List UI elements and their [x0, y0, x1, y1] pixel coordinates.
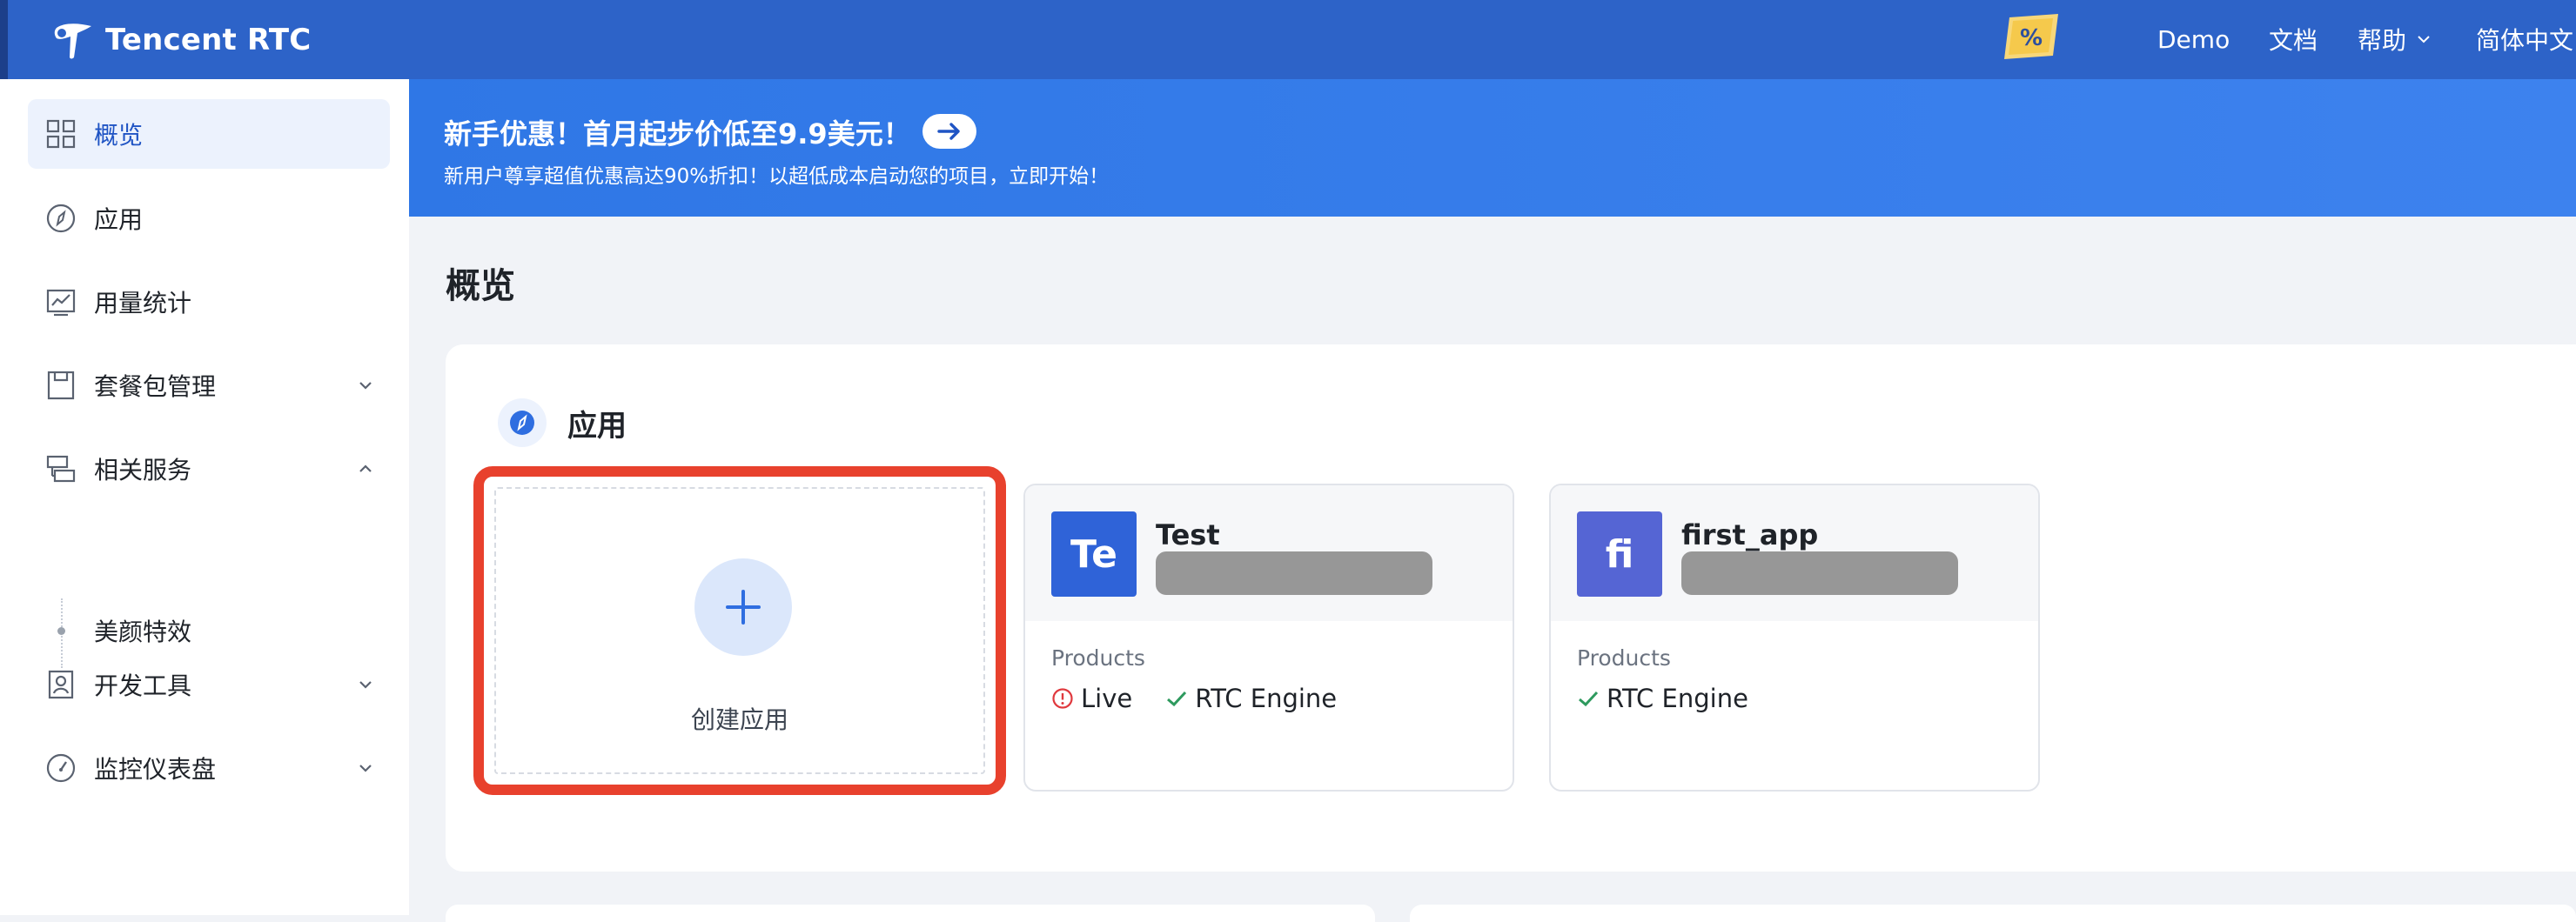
- sidebar: 概览 应用 用量统计 套餐包管理 相关服务 美颜特效 开发工具 监控仪表盘: [0, 79, 409, 915]
- nav-help-label: 帮助: [2358, 26, 2407, 55]
- nav-help[interactable]: 帮助: [2358, 19, 2431, 59]
- svg-text:%: %: [2020, 25, 2043, 51]
- sidebar-item-label: 套餐包管理: [94, 372, 217, 401]
- next-panel-edge: [1410, 905, 2576, 922]
- services-icon: [46, 455, 76, 483]
- create-app-card[interactable]: 创建应用: [473, 466, 1006, 795]
- submenu-dot: [57, 627, 65, 635]
- product-name: Live: [1081, 684, 1133, 713]
- gauge-icon: [46, 753, 76, 783]
- check-icon: [1167, 691, 1187, 707]
- sidebar-item-monitoring[interactable]: 监控仪表盘: [28, 733, 390, 803]
- nav-language[interactable]: 简体中文: [2476, 19, 2573, 59]
- tencent-rtc-logo-icon: [54, 23, 91, 59]
- products-list: Live RTC Engine: [1051, 684, 1370, 713]
- compass-icon: [510, 411, 534, 435]
- sidebar-item-applications[interactable]: 应用: [28, 184, 390, 253]
- products-label: Products: [1577, 645, 1671, 671]
- nav-docs[interactable]: 文档: [2269, 19, 2318, 59]
- product-name: RTC Engine: [1195, 684, 1338, 713]
- top-navigation-bar: Tencent RTC % Demo 文档 帮助 简体中文: [0, 0, 2576, 79]
- redacted-app-id: [1681, 551, 1958, 595]
- product-name: RTC Engine: [1607, 684, 1748, 713]
- panel-icon-wrap: [498, 398, 547, 447]
- chevron-down-icon: [2418, 36, 2430, 43]
- panel-header: 应用: [498, 398, 627, 447]
- grid-icon: [46, 119, 76, 149]
- warning-circle-icon: [1052, 688, 1073, 709]
- sidebar-item-label: 应用: [94, 205, 144, 234]
- brand[interactable]: Tencent RTC: [51, 16, 311, 64]
- compass-icon: [46, 204, 76, 233]
- create-app-dropzone[interactable]: 创建应用: [494, 487, 985, 774]
- badge-icon: [48, 670, 74, 699]
- products-label: Products: [1051, 645, 1145, 671]
- app-card-first-app[interactable]: fi first_app Products RTC Engine: [1549, 484, 2040, 792]
- redacted-app-id: [1156, 551, 1432, 595]
- brand-name: Tencent RTC: [105, 23, 312, 57]
- plus-icon: [726, 590, 761, 625]
- banner-subtitle: 新用户尊享超值优惠高达90%折扣！以超低成本启动您的项目，立即开始！: [444, 165, 1110, 188]
- nav-language-label: 简体中文: [2476, 26, 2574, 55]
- sidebar-item-label: 开发工具: [94, 671, 192, 700]
- chevron-down-icon: [359, 681, 372, 689]
- banner-arrow-button[interactable]: [922, 114, 976, 149]
- next-panel-edge: [446, 905, 1375, 922]
- page-title: 概览: [446, 266, 515, 306]
- discount-coupon-icon[interactable]: %: [2001, 12, 2065, 61]
- product-rtc-engine: RTC Engine: [1577, 684, 1748, 713]
- app-name[interactable]: first_app: [1681, 518, 1818, 551]
- sidebar-item-dev-tools[interactable]: 开发工具: [28, 650, 390, 719]
- product-rtc-engine: RTC Engine: [1165, 684, 1337, 713]
- sidebar-item-related-services[interactable]: 相关服务: [28, 434, 390, 504]
- app-name[interactable]: Test: [1156, 518, 1220, 551]
- banner-title: 新手优惠！首月起步价低至9.9美元！: [444, 117, 911, 150]
- sidebar-item-overview[interactable]: 概览: [28, 99, 390, 169]
- chevron-up-icon: [359, 464, 372, 472]
- create-app-label: 创建应用: [690, 705, 788, 734]
- arrow-right-icon: [937, 123, 960, 140]
- product-live: Live: [1051, 684, 1132, 713]
- sidebar-item-usage-stats[interactable]: 用量统计: [28, 267, 390, 337]
- nav-demo[interactable]: Demo: [2157, 19, 2230, 59]
- sidebar-subitem-beauty-effects[interactable]: 美颜特效: [94, 613, 191, 648]
- package-icon: [47, 371, 75, 400]
- app-avatar: Te: [1051, 511, 1137, 597]
- sidebar-item-label: 监控仪表盘: [94, 755, 217, 784]
- nav-demo-label: Demo: [2157, 24, 2231, 54]
- chevron-down-icon: [359, 765, 372, 772]
- app-card-test[interactable]: Te Test Products Live RTC Engine: [1023, 484, 1514, 792]
- sidebar-item-packages[interactable]: 套餐包管理: [28, 351, 390, 420]
- chart-icon: [46, 289, 76, 317]
- sidebar-item-label: 用量统计: [94, 289, 192, 317]
- sidebar-item-label: 相关服务: [94, 456, 192, 484]
- products-list: RTC Engine: [1577, 684, 1781, 713]
- sidebar-item-label: 概览: [94, 121, 144, 150]
- chevron-down-icon: [359, 382, 372, 390]
- check-icon: [1579, 691, 1599, 707]
- promo-banner[interactable]: 新手优惠！首月起步价低至9.9美元！ 新用户尊享超值优惠高达90%折扣！以超低成…: [409, 79, 2576, 217]
- nav-docs-label: 文档: [2269, 26, 2318, 55]
- panel-title: 应用: [567, 408, 627, 444]
- app-avatar: fi: [1577, 511, 1662, 597]
- applications-panel: 应用 创建应用 Te Test Products Live RTC Engine…: [446, 344, 2576, 872]
- create-app-plus-button[interactable]: [694, 558, 792, 656]
